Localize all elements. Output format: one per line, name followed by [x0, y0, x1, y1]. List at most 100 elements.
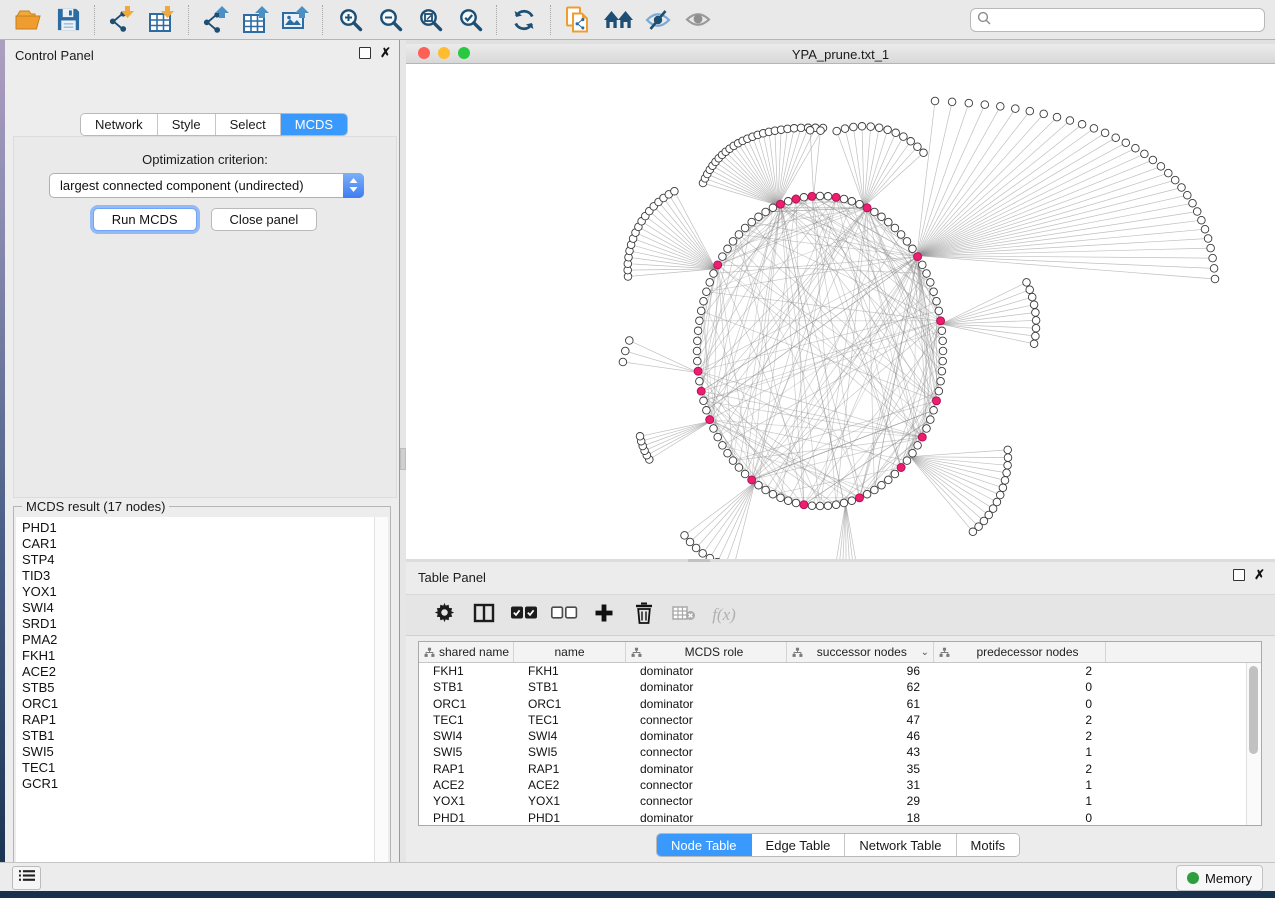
cell-shared-name[interactable]: ORC1 [419, 696, 514, 712]
table-row[interactable]: ORC1ORC1dominator610 [419, 696, 1261, 712]
table-row[interactable]: SWI4SWI4dominator462 [419, 728, 1261, 744]
cell-MCDS-role[interactable]: connector [626, 712, 787, 728]
cell-successor-nodes[interactable]: 18 [787, 810, 934, 826]
zoom-selected-button[interactable] [450, 3, 490, 37]
save-button[interactable] [48, 3, 88, 37]
cell-MCDS-role[interactable]: connector [626, 777, 787, 793]
add-column-button[interactable] [584, 599, 624, 631]
search-field[interactable] [970, 8, 1265, 32]
clone-network-button[interactable] [558, 3, 598, 37]
float-panel-icon[interactable] [359, 47, 371, 59]
cell-successor-nodes[interactable]: 96 [787, 663, 934, 679]
cell-predecessor-nodes[interactable]: 2 [934, 712, 1106, 728]
cell-name[interactable]: YOX1 [514, 793, 626, 809]
task-history-button[interactable] [12, 866, 41, 890]
table-row[interactable]: ACE2ACE2connector311 [419, 777, 1261, 793]
cell-shared-name[interactable]: RAP1 [419, 761, 514, 777]
cell-shared-name[interactable]: FKH1 [419, 663, 514, 679]
export-image-button[interactable] [276, 3, 316, 37]
cell-MCDS-role[interactable]: dominator [626, 663, 787, 679]
show-all-button[interactable] [678, 3, 718, 37]
column-header-predecessor-nodes[interactable]: predecessor nodes [934, 642, 1106, 662]
open-button[interactable] [8, 3, 48, 37]
deselect-all-button[interactable] [544, 599, 584, 631]
hide-selected-button[interactable] [638, 3, 678, 37]
network-canvas[interactable] [406, 64, 1275, 559]
mcds-result-item[interactable]: STB1 [22, 728, 374, 744]
cell-predecessor-nodes[interactable]: 0 [934, 679, 1106, 695]
tab-network-table[interactable]: Network Table [845, 834, 956, 856]
mcds-result-item[interactable]: STP4 [22, 552, 374, 568]
mcds-list-scrollbar[interactable] [374, 517, 388, 877]
cell-name[interactable]: FKH1 [514, 663, 626, 679]
mcds-result-item[interactable]: CAR1 [22, 536, 374, 552]
mcds-result-item[interactable]: STB5 [22, 680, 374, 696]
delete-column-button[interactable] [624, 599, 664, 631]
cell-name[interactable]: PHD1 [514, 810, 626, 826]
table-scrollbar[interactable] [1246, 663, 1261, 825]
columns-button[interactable] [464, 599, 504, 631]
cell-successor-nodes[interactable]: 46 [787, 728, 934, 744]
column-header-successor-nodes[interactable]: successor nodes⌄ [787, 642, 934, 662]
export-table-button[interactable] [236, 3, 276, 37]
cell-MCDS-role[interactable]: dominator [626, 728, 787, 744]
cell-name[interactable]: SWI4 [514, 728, 626, 744]
cell-name[interactable]: ACE2 [514, 777, 626, 793]
cell-predecessor-nodes[interactable]: 0 [934, 810, 1106, 826]
mcds-result-item[interactable]: TEC1 [22, 760, 374, 776]
cell-MCDS-role[interactable]: dominator [626, 810, 787, 826]
table-row[interactable]: SWI5SWI5connector431 [419, 744, 1261, 760]
cell-MCDS-role[interactable]: connector [626, 744, 787, 760]
mcds-result-item[interactable]: ACE2 [22, 664, 374, 680]
select-all-button[interactable] [504, 599, 544, 631]
cell-successor-nodes[interactable]: 29 [787, 793, 934, 809]
cell-MCDS-role[interactable]: dominator [626, 679, 787, 695]
table-row[interactable]: TEC1TEC1connector472 [419, 712, 1261, 728]
search-input[interactable] [995, 12, 1264, 29]
close-table-panel-icon[interactable]: ✗ [1254, 570, 1265, 580]
cell-successor-nodes[interactable]: 62 [787, 679, 934, 695]
run-mcds-button[interactable]: Run MCDS [93, 208, 197, 231]
close-panel-icon[interactable]: ✗ [380, 48, 391, 58]
cell-name[interactable]: ORC1 [514, 696, 626, 712]
zoom-in-button[interactable] [330, 3, 370, 37]
mcds-result-item[interactable]: SWI4 [22, 600, 374, 616]
first-neighbors-button[interactable] [598, 3, 638, 37]
refresh-button[interactable] [504, 3, 544, 37]
cell-shared-name[interactable]: ACE2 [419, 777, 514, 793]
cell-predecessor-nodes[interactable]: 0 [934, 696, 1106, 712]
column-header-name[interactable]: name [514, 642, 626, 662]
cell-shared-name[interactable]: STB1 [419, 679, 514, 695]
mcds-result-item[interactable]: YOX1 [22, 584, 374, 600]
memory-button[interactable]: Memory [1176, 865, 1263, 891]
cell-shared-name[interactable]: SWI4 [419, 728, 514, 744]
cell-predecessor-nodes[interactable]: 2 [934, 761, 1106, 777]
cell-predecessor-nodes[interactable]: 1 [934, 793, 1106, 809]
cell-predecessor-nodes[interactable]: 1 [934, 744, 1106, 760]
column-header-shared-name[interactable]: shared name [419, 642, 514, 662]
zoom-out-button[interactable] [370, 3, 410, 37]
table-row[interactable]: RAP1RAP1dominator352 [419, 761, 1261, 777]
mcds-result-item[interactable]: PHD1 [22, 520, 374, 536]
tab-edge-table[interactable]: Edge Table [752, 834, 846, 856]
cell-name[interactable]: RAP1 [514, 761, 626, 777]
cell-successor-nodes[interactable]: 43 [787, 744, 934, 760]
table-scrollbar-thumb[interactable] [1249, 666, 1258, 754]
mcds-result-item[interactable]: GCR1 [22, 776, 374, 792]
cell-predecessor-nodes[interactable]: 2 [934, 728, 1106, 744]
close-panel-button[interactable]: Close panel [211, 208, 318, 231]
mcds-result-item[interactable]: PMA2 [22, 632, 374, 648]
cell-predecessor-nodes[interactable]: 1 [934, 777, 1106, 793]
tab-node-table[interactable]: Node Table [657, 834, 752, 856]
cell-successor-nodes[interactable]: 61 [787, 696, 934, 712]
cell-name[interactable]: TEC1 [514, 712, 626, 728]
criterion-select[interactable]: largest connected component (undirected) [49, 173, 364, 198]
tab-style[interactable]: Style [158, 114, 216, 135]
mcds-result-item[interactable]: TID3 [22, 568, 374, 584]
zoom-fit-button[interactable] [410, 3, 450, 37]
cell-shared-name[interactable]: PHD1 [419, 810, 514, 826]
cell-name[interactable]: STB1 [514, 679, 626, 695]
export-network-button[interactable] [196, 3, 236, 37]
cell-predecessor-nodes[interactable]: 2 [934, 663, 1106, 679]
table-row[interactable]: STB1STB1dominator620 [419, 679, 1261, 695]
